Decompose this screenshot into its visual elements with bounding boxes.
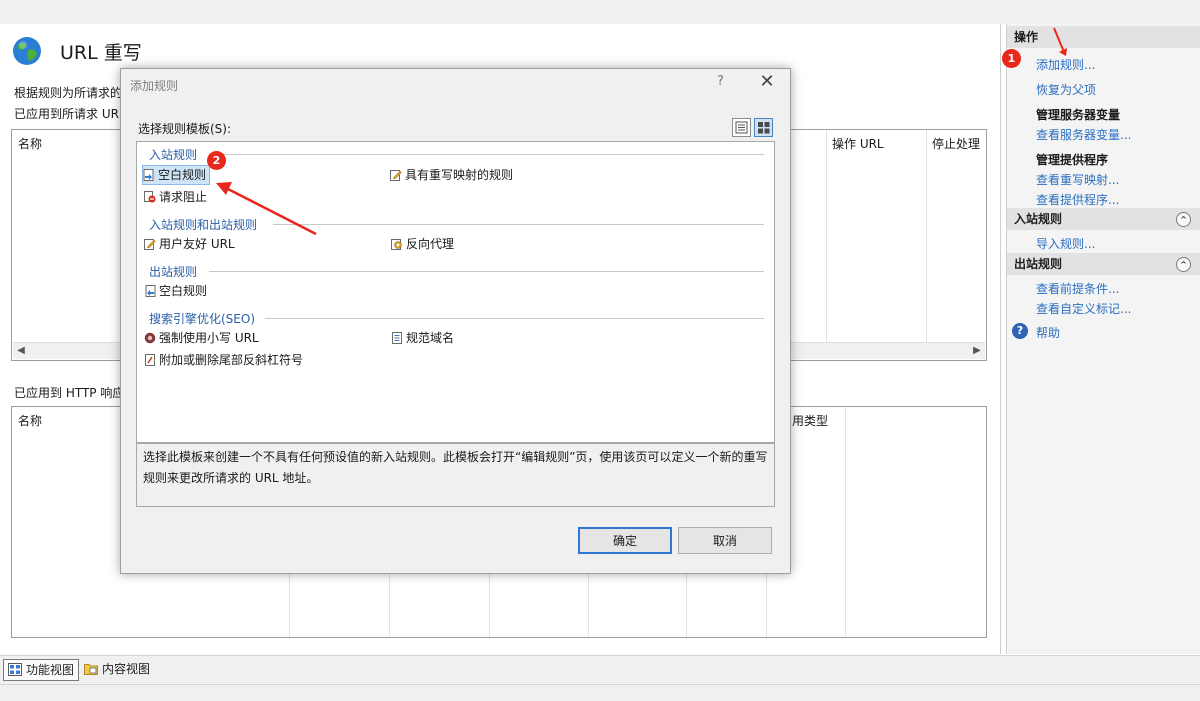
template-request-block-label: 请求阻止: [159, 190, 208, 204]
template-trailing-slash-label: 附加或删除尾部反斜杠符号: [159, 353, 304, 367]
page-title: URL 重写: [60, 42, 142, 64]
trailing-slash-icon: [145, 354, 155, 366]
template-user-friendly-label: 用户友好 URL: [159, 237, 235, 251]
column-divider: [926, 130, 927, 342]
template-rule-with-rewrite-map[interactable]: 具有重写映射的规则: [390, 166, 513, 184]
reverse-proxy-icon: [391, 239, 402, 250]
group-divider: [265, 318, 764, 319]
view-providers-link[interactable]: 查看提供程序...: [1036, 191, 1119, 208]
import-rules-link[interactable]: 导入规则...: [1036, 235, 1095, 252]
column-header-stop-processing[interactable]: 停止处理: [932, 135, 980, 152]
request-block-icon: [144, 191, 156, 203]
tab-feature-view[interactable]: 功能视图: [3, 659, 80, 681]
actions-pane: 操作 添加规则... 恢复为父项 管理服务器变量 查看服务器变量... 管理提供…: [1006, 24, 1200, 654]
column-header-action-url[interactable]: 操作 URL: [832, 135, 884, 152]
blank-rule-icon: [143, 169, 154, 181]
add-rule-dialog: 添加规则 ? ✕ 选择规则模板(S): 入站规则 空白规则 具有重写映射的规则: [120, 68, 791, 574]
template-trailing-slash[interactable]: 附加或删除尾部反斜杠符号: [144, 351, 303, 369]
template-blank-outbound-label: 空白规则: [159, 284, 208, 298]
annotation-arrow-2: [216, 182, 317, 236]
inbound-rules-label: 已应用到所请求 URL: [14, 107, 126, 121]
tab-content-view-label: 内容视图: [102, 662, 151, 676]
inbound-rules-section-label: 入站规则: [1014, 212, 1063, 226]
scroll-left-icon[interactable]: ◀: [13, 343, 29, 359]
actions-header-label: 操作: [1014, 30, 1039, 44]
view-tab-strip: 功能视图 内容视图: [0, 655, 1200, 684]
template-canonical-label: 规范域名: [406, 331, 455, 345]
view-rewrite-maps-link[interactable]: 查看重写映射...: [1036, 171, 1119, 188]
group-divider: [273, 224, 764, 225]
outbound-rules-section-header[interactable]: 出站规则 ^: [1007, 253, 1200, 275]
dialog-help-icon[interactable]: ?: [717, 74, 724, 89]
template-blank-inbound-label: 空白规则: [158, 168, 207, 182]
rewrite-map-icon: [390, 170, 402, 181]
group-divider: [209, 271, 764, 272]
status-bar: [0, 684, 1200, 701]
column-divider: [826, 130, 827, 342]
tile-view-button[interactable]: [754, 118, 773, 137]
list-view-icon: [735, 121, 748, 134]
ok-button[interactable]: 确定: [578, 527, 672, 554]
view-custom-tags-link[interactable]: 查看自定义标记...: [1036, 300, 1131, 317]
blank-outbound-rule-icon: [145, 285, 156, 297]
column-header-name[interactable]: 名称: [18, 135, 42, 152]
group-divider: [209, 154, 764, 155]
feature-view-icon: [8, 663, 22, 676]
cancel-button[interactable]: 取消: [678, 527, 772, 554]
template-request-blocking[interactable]: 请求阻止: [144, 188, 207, 206]
annotation-arrow-1: [1053, 27, 1067, 56]
group-seo: 搜索引擎优化(SEO): [149, 312, 256, 326]
group-inbound-rules: 入站规则: [149, 148, 198, 162]
window-top-strip: [0, 0, 1200, 24]
actions-header: 操作: [1007, 26, 1200, 48]
scroll-right-icon[interactable]: ▶: [969, 343, 985, 359]
list-view-button[interactable]: [732, 118, 751, 137]
tile-view-icon: [758, 122, 770, 134]
template-canonical-domain[interactable]: 规范域名: [391, 329, 454, 347]
template-rewrite-map-label: 具有重写映射的规则: [405, 168, 514, 182]
column-header-name[interactable]: 名称: [18, 412, 42, 429]
view-preconditions-link[interactable]: 查看前提条件...: [1036, 280, 1119, 297]
outbound-rules-label: 已应用到 HTTP 响应: [14, 386, 125, 400]
template-description: 选择此模板来创建一个不具有任何预设值的新入站规则。此模板会打开“编辑规则”页，使…: [136, 443, 775, 507]
select-template-label: 选择规则模板(S):: [138, 122, 232, 136]
inbound-rules-section-header[interactable]: 入站规则 ^: [1007, 208, 1200, 230]
canonical-domain-icon: [392, 332, 402, 344]
help-icon[interactable]: ?: [1012, 323, 1028, 339]
dialog-title: 添加规则: [130, 79, 179, 93]
user-friendly-url-icon: [144, 239, 156, 250]
outbound-rules-section-label: 出站规则: [1014, 257, 1063, 271]
tab-content-view[interactable]: 内容视图: [80, 659, 154, 679]
revert-to-parent-link[interactable]: 恢复为父项: [1036, 81, 1096, 98]
template-blank-outbound-rule[interactable]: 空白规则: [144, 282, 207, 300]
collapse-icon[interactable]: ^: [1176, 257, 1191, 272]
view-server-variables-link[interactable]: 查看服务器变量...: [1036, 126, 1131, 143]
content-view-icon: [84, 664, 98, 675]
dialog-close-icon[interactable]: ✕: [757, 71, 777, 92]
template-lowercase-label: 强制使用小写 URL: [159, 331, 259, 345]
help-link[interactable]: 帮助: [1036, 324, 1060, 341]
tab-feature-view-label: 功能视图: [26, 663, 75, 677]
column-divider: [845, 407, 846, 637]
template-enforce-lowercase-url[interactable]: 强制使用小写 URL: [144, 329, 259, 347]
column-header-type[interactable]: 用类型: [792, 412, 828, 429]
group-outbound-rules: 出站规则: [149, 265, 198, 279]
annotation-badge-1: 1: [1002, 49, 1021, 68]
page-description: 根据规则为所请求的: [14, 86, 123, 100]
template-reverse-proxy-label: 反向代理: [406, 237, 455, 251]
lowercase-url-icon: [144, 332, 156, 344]
template-reverse-proxy[interactable]: 反向代理: [391, 235, 454, 253]
collapse-icon[interactable]: ^: [1176, 212, 1191, 227]
globe-icon: [13, 37, 41, 65]
template-blank-inbound-rule[interactable]: 空白规则: [142, 165, 211, 185]
manage-providers-title: 管理提供程序: [1036, 153, 1109, 167]
annotation-badge-2: 2: [207, 151, 226, 170]
manage-server-variables-title: 管理服务器变量: [1036, 108, 1121, 122]
